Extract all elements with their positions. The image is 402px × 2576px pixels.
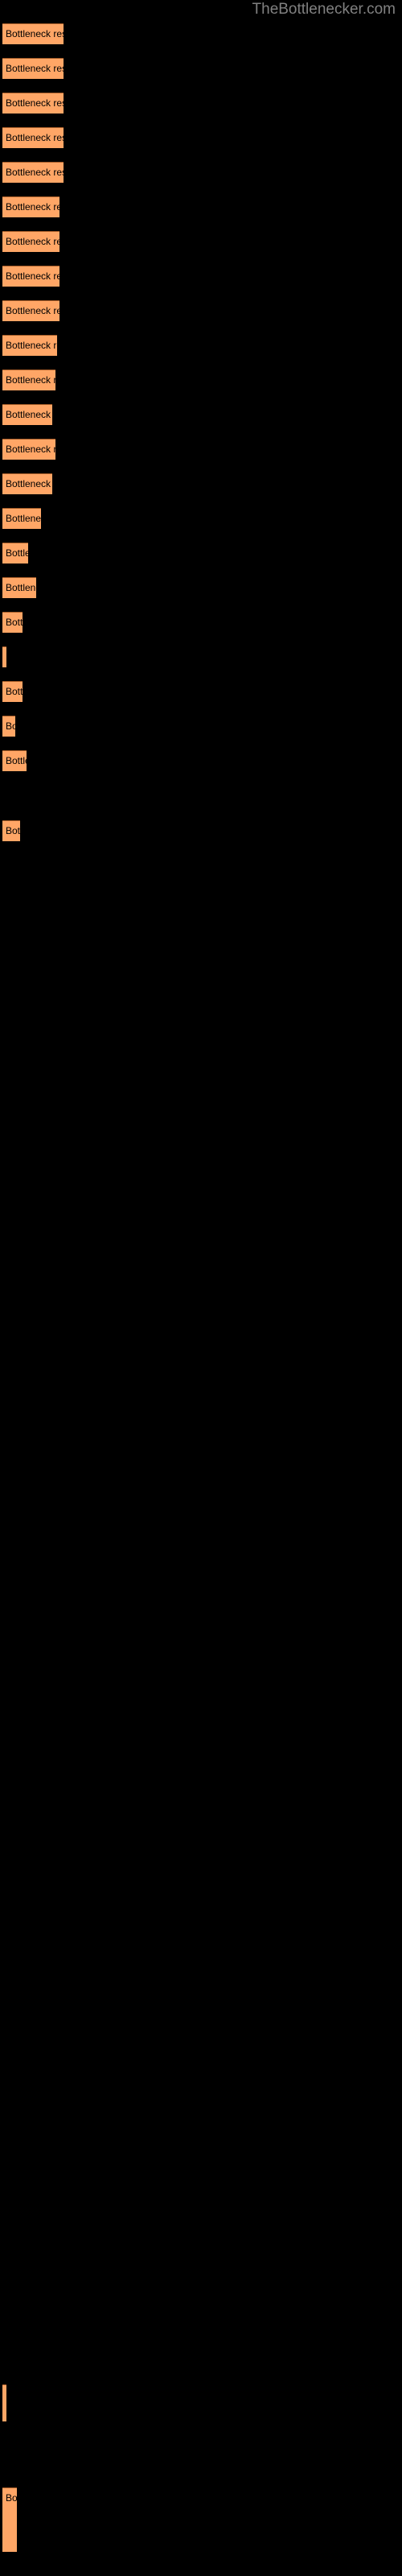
chart-bar[interactable]: Bottleneck result [2,93,64,114]
chart-bar[interactable]: Bottleneck result [2,231,59,252]
chart-bar[interactable]: Bottleneck result [2,2487,17,2552]
chart-bar-label: Bottleneck result [6,236,59,247]
chart-bar-label: Bottleneck result [6,167,64,178]
chart-bar[interactable]: Bottleneck result [2,300,59,321]
chart-bar[interactable]: Bottleneck result [2,266,59,287]
chart-bar[interactable]: Bottleneck result [2,543,28,564]
chart-bar[interactable]: Bottleneck result [2,2384,6,2421]
chart-bar-label: Bottleneck result [6,582,36,593]
chart-bar[interactable]: Bottleneck result [2,612,23,633]
chart-bar[interactable]: Bottleneck result [2,369,55,390]
chart-bar[interactable]: Bottleneck result [2,162,64,183]
chart-bar-label: Bottleneck result [6,2492,17,2504]
chart-bar[interactable]: Bottleneck result [2,820,20,841]
chart-bar-label: Bottleneck result [6,478,52,489]
chart-bar-label: Bottleneck result [6,825,20,836]
chart-bar-label: Bottleneck result [6,28,64,39]
chart-bar[interactable]: Bottleneck result [2,439,55,460]
chart-bar-label: Bottleneck result [6,444,55,455]
chart-bar[interactable]: Bottleneck result [2,335,57,356]
chart-bar-label: Bottleneck result [6,720,15,732]
chart-bar[interactable]: Bottleneck result [2,127,64,148]
chart-bar-label: Bottleneck result [6,547,28,559]
bar-chart: Bottleneck result Bottleneck result Bottle… [0,0,402,2576]
chart-bar-label: Bottleneck result [6,340,57,351]
chart-bar[interactable]: Bottleneck result [2,577,36,598]
chart-bar[interactable]: Bottleneck result [2,404,52,425]
chart-bar[interactable]: Bottleneck result [2,646,6,667]
chart-bar[interactable]: Bottleneck result [2,196,59,217]
chart-bar-label: Bottleneck result [6,63,64,74]
chart-bar-label: Bottleneck result [6,201,59,213]
chart-bar[interactable]: Bottleneck result [2,508,41,529]
chart-bar-label: Bottleneck result [6,97,64,109]
chart-bar-label: Bottleneck result [6,513,41,524]
chart-bar[interactable]: Bottleneck result [2,681,23,702]
chart-bar[interactable]: Bottleneck result [2,750,27,771]
chart-bar-label: Bottleneck result [6,132,64,143]
chart-bar-label: Bottleneck result [6,270,59,282]
chart-bar-label: Bottleneck result [6,617,23,628]
chart-bar-label: Bottleneck result [6,305,59,316]
chart-bar-label: Bottleneck result [6,409,52,420]
chart-bar[interactable]: Bottleneck result [2,23,64,44]
chart-bar[interactable]: Bottleneck result [2,58,64,79]
chart-bar[interactable]: Bottleneck result [2,473,52,494]
chart-bar-label: Bottleneck result [6,686,23,697]
bottleneck-chart-page: TheBottlenecker.com Bottleneck resultBot… [0,0,402,2576]
chart-bar-label: Bottleneck result [6,755,27,766]
chart-bar[interactable]: Bottleneck result [2,716,15,737]
chart-bar-label: Bottleneck result [6,374,55,386]
